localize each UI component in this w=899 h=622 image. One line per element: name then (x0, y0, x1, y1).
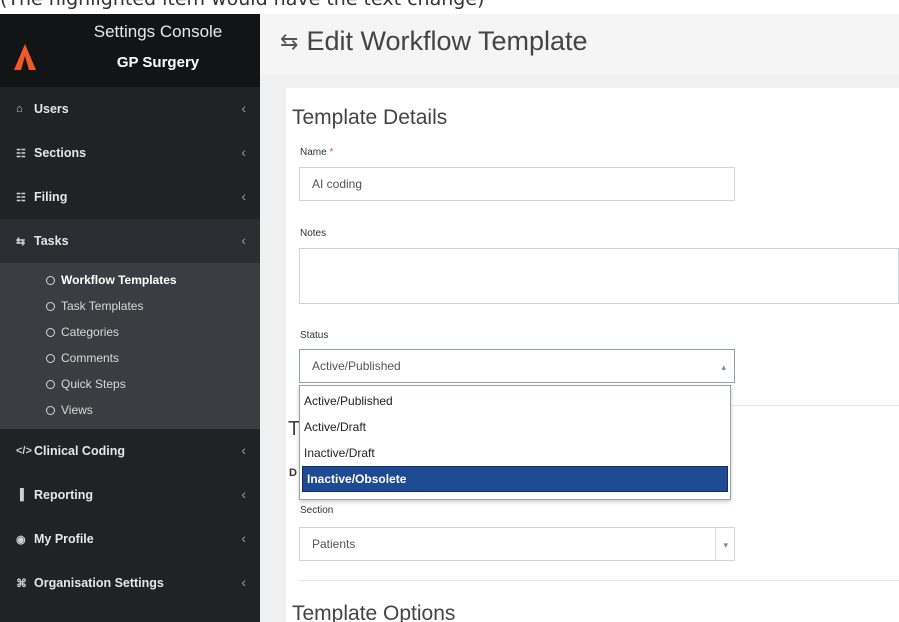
name-field[interactable]: AI coding (299, 167, 735, 201)
submenu-item-label: Task Templates (61, 299, 144, 313)
brand-subtitle: GP Surgery (116, 54, 200, 71)
status-option-active-published[interactable]: Active/Published (300, 388, 730, 414)
tasks-submenu: Workflow Templates Task Templates Catego… (0, 263, 260, 429)
submenu-item-quick-steps[interactable]: Quick Steps (0, 371, 260, 397)
submenu-item-label: Categories (61, 325, 120, 339)
submenu-item-comments[interactable]: Comments (0, 345, 260, 371)
sidebar-item-reporting[interactable]: ▐ Reporting ‹ (0, 473, 260, 517)
page-title-text: Edit Workflow Template (306, 26, 588, 56)
section-select[interactable]: Patients ▾ (299, 527, 735, 561)
sidebar-item-my-profile[interactable]: ◉ My Profile ‹ (0, 517, 260, 561)
required-marker: * (329, 147, 334, 158)
sidebar: Settings Console GP Surgery ⌂ Users ‹ ☷ … (0, 14, 260, 622)
tasks-icon: ⇆ (16, 235, 26, 248)
submenu-item-views[interactable]: Views (0, 397, 260, 423)
section-heading-template-options: Template Options (292, 602, 456, 622)
caption-text: (The highlighted item would have the tex… (0, 0, 899, 14)
select-divider (715, 528, 716, 560)
page-title: ⇆ Edit Workflow Template (280, 26, 588, 57)
notes-field[interactable] (299, 248, 899, 304)
chevron-left-icon: ‹ (241, 574, 246, 590)
status-dropdown-list: Active/Published Active/Draft Inactive/D… (299, 385, 731, 500)
field-label-partial: D (289, 467, 297, 479)
circle-icon (46, 275, 55, 285)
workflow-icon: ⇆ (280, 28, 299, 54)
chevron-left-icon: ‹ (241, 530, 246, 546)
status-option-active-draft[interactable]: Active/Draft (300, 414, 730, 440)
sidebar-item-label: Filing (34, 190, 68, 204)
section-divider (300, 580, 899, 581)
chart-icon: ▐ (16, 489, 24, 501)
status-select[interactable]: Active/Published ▴ (299, 349, 735, 383)
status-option-inactive-obsolete[interactable]: Inactive/Obsolete (302, 466, 728, 492)
sidebar-item-label: My Profile (34, 532, 94, 546)
sidebar-item-label: Sections (34, 146, 87, 160)
submenu-item-label: Comments (61, 351, 120, 365)
submenu-item-categories[interactable]: Categories (0, 319, 260, 345)
filing-icon: ☷ (16, 191, 26, 204)
name-label-text: Name (300, 147, 327, 158)
brand-header: Settings Console GP Surgery (0, 14, 260, 87)
circle-icon (46, 327, 55, 337)
submenu-item-label: Quick Steps (61, 377, 126, 391)
page-header: ⇆ Edit Workflow Template (260, 14, 899, 74)
sidebar-item-clinical-coding[interactable]: </> Clinical Coding ‹ (0, 429, 260, 473)
sections-icon: ☷ (16, 147, 26, 160)
chevron-left-icon: ‹ (241, 188, 246, 204)
circle-icon (46, 301, 55, 311)
submenu-item-label: Views (61, 403, 93, 417)
sidebar-item-label: Reporting (34, 488, 94, 502)
sidebar-item-label: Clinical Coding (34, 444, 125, 458)
sidebar-item-tasks[interactable]: ⇆ Tasks ‹ (0, 219, 260, 263)
section-label: Section (300, 505, 334, 516)
circle-icon (46, 353, 55, 363)
status-option-inactive-draft[interactable]: Inactive/Draft (300, 440, 730, 466)
sidebar-item-label: Organisation Settings (34, 576, 164, 590)
status-select-value: Active/Published (312, 359, 401, 373)
submenu-item-task-templates[interactable]: Task Templates (0, 293, 260, 319)
sidebar-nav: ⌂ Users ‹ ☷ Sections ‹ ☷ Filing ‹ ⇆ Task… (0, 87, 260, 605)
notes-label: Notes (300, 228, 327, 239)
section-select-value: Patients (312, 537, 356, 551)
chevron-left-icon: ‹ (241, 100, 246, 116)
code-icon: </> (16, 445, 32, 457)
submenu-item-workflow-templates[interactable]: Workflow Templates (0, 267, 260, 293)
chevron-left-icon: ‹ (241, 144, 246, 160)
caret-up-icon: ▴ (721, 362, 726, 372)
caret-down-icon: ▾ (723, 540, 728, 550)
section-heading-template-details: Template Details (292, 106, 448, 129)
app-logo[interactable] (14, 44, 36, 70)
status-label: Status (300, 330, 329, 341)
circle-icon (46, 379, 55, 389)
chevron-left-icon: ‹ (241, 486, 246, 502)
sidebar-item-users[interactable]: ⌂ Users ‹ (0, 87, 260, 131)
submenu-item-label: Workflow Templates (61, 273, 177, 287)
circle-icon (46, 405, 55, 415)
sidebar-item-label: Users (34, 102, 69, 116)
org-icon: ⌘ (16, 577, 27, 590)
profile-icon: ◉ (16, 533, 26, 546)
sidebar-item-organisation-settings[interactable]: ⌘ Organisation Settings ‹ (0, 561, 260, 605)
user-icon: ⌂ (16, 103, 23, 115)
sidebar-item-label: Tasks (34, 234, 69, 248)
sidebar-item-sections[interactable]: ☷ Sections ‹ (0, 131, 260, 175)
brand-title: Settings Console (93, 22, 223, 41)
name-field-value: AI coding (312, 177, 363, 191)
chevron-left-icon: ‹ (241, 442, 246, 458)
chevron-left-icon: ‹ (241, 232, 246, 248)
name-label: Name * (300, 147, 333, 158)
sidebar-item-filing[interactable]: ☷ Filing ‹ (0, 175, 260, 219)
